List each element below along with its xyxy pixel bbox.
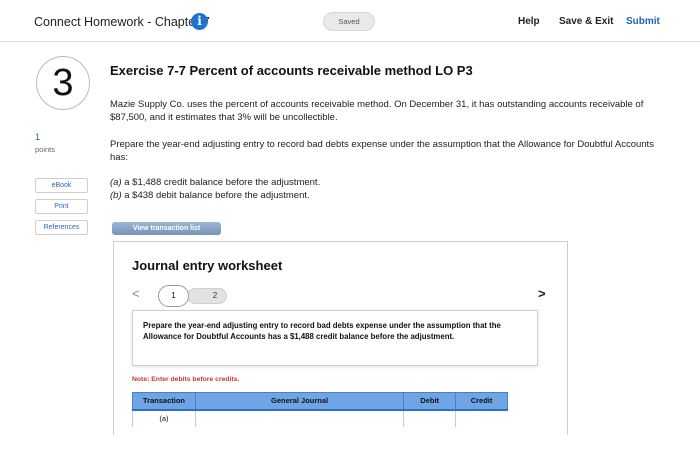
journal-entry-worksheet: Journal entry worksheet < 2 1 > Prepare … (113, 241, 568, 435)
debit-input[interactable] (403, 408, 456, 427)
exercise-paragraph: Mazie Supply Co. uses the percent of acc… (110, 99, 644, 123)
table-header-row: Transaction General Journal Debit Credit (132, 392, 508, 410)
exercise-options: (a) a $1,488 credit balance before the a… (110, 176, 670, 202)
column-header-debit: Debit (403, 392, 457, 410)
journal-table: Transaction General Journal Debit Credit… (132, 392, 508, 427)
option-b-prefix: (b) (110, 190, 122, 201)
exercise-instructions: Prepare the year-end adjusting entry to … (110, 139, 654, 163)
saved-status-badge: Saved (323, 12, 375, 31)
references-button[interactable]: References (35, 220, 88, 235)
worksheet-title: Journal entry worksheet (132, 258, 283, 273)
column-header-credit: Credit (455, 392, 508, 410)
option-a-text: a $1,488 credit balance before the adjus… (121, 177, 321, 188)
option-b: (b) a $438 debit balance before the adju… (110, 189, 670, 202)
top-bar: Connect Homework - Chapter 7 i Saved Hel… (0, 0, 700, 42)
worksheet-note: Note: Enter debits before credits. (132, 376, 240, 383)
print-button[interactable]: Print (35, 199, 88, 214)
page-tab-2-label: 2 (212, 291, 218, 300)
view-transaction-list-button[interactable]: View transaction list (112, 222, 221, 235)
info-icon[interactable]: i (191, 13, 208, 30)
table-row: (a) (132, 408, 508, 427)
ebook-button[interactable]: eBook (35, 178, 88, 193)
chevron-left-icon[interactable]: < (132, 286, 140, 301)
save-exit-link[interactable]: Save & Exit (559, 16, 613, 27)
points-label: points (35, 145, 56, 154)
page-bottom (0, 436, 700, 456)
transaction-cell: (a) (132, 408, 196, 427)
credit-input[interactable] (455, 408, 508, 427)
page-tab-2[interactable]: 2 (187, 288, 227, 304)
column-header-general-journal: General Journal (194, 392, 405, 410)
question-number: 3 (36, 56, 90, 110)
chevron-right-icon[interactable]: > (538, 286, 546, 301)
submit-link[interactable]: Submit (626, 16, 660, 27)
app-title: Connect Homework - Chapter 7 (34, 15, 210, 29)
option-a-prefix: (a) (110, 177, 122, 188)
help-link[interactable]: Help (518, 16, 540, 27)
points-value: 1 (35, 132, 41, 142)
page-tab-1[interactable]: 1 (158, 285, 189, 307)
exercise-title: Exercise 7-7 Percent of accounts receiva… (110, 63, 473, 78)
option-b-text: a $438 debit balance before the adjustme… (121, 190, 310, 201)
option-a: (a) a $1,488 credit balance before the a… (110, 176, 670, 189)
general-journal-input[interactable] (194, 408, 404, 427)
column-header-transaction: Transaction (132, 392, 196, 410)
worksheet-instruction: Prepare the year-end adjusting entry to … (132, 310, 538, 366)
